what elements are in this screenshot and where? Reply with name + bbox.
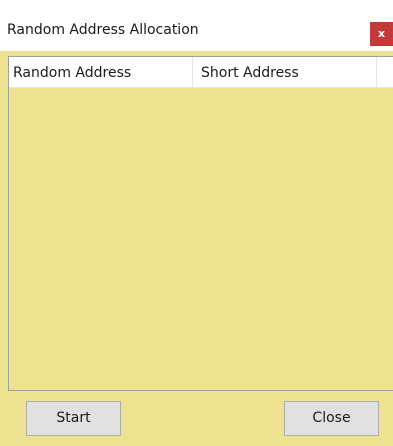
list-header: Random Address Short Address [9, 57, 393, 88]
close-button[interactable]: Close [284, 401, 379, 436]
address-list[interactable]: Random Address Short Address [8, 56, 393, 391]
list-body[interactable] [9, 88, 393, 390]
column-header-random-address[interactable]: Random Address [9, 57, 193, 87]
title-bar: Random Address Allocation x [0, 0, 393, 51]
random-address-allocation-dialog: Random Address Allocation x Random Addre… [0, 0, 393, 446]
dialog-title: Random Address Allocation [7, 22, 199, 38]
close-icon[interactable]: x [370, 22, 393, 46]
start-button[interactable]: Start [26, 401, 121, 436]
column-header-short-address[interactable]: Short Address [193, 57, 377, 87]
column-header-filler [377, 57, 393, 87]
